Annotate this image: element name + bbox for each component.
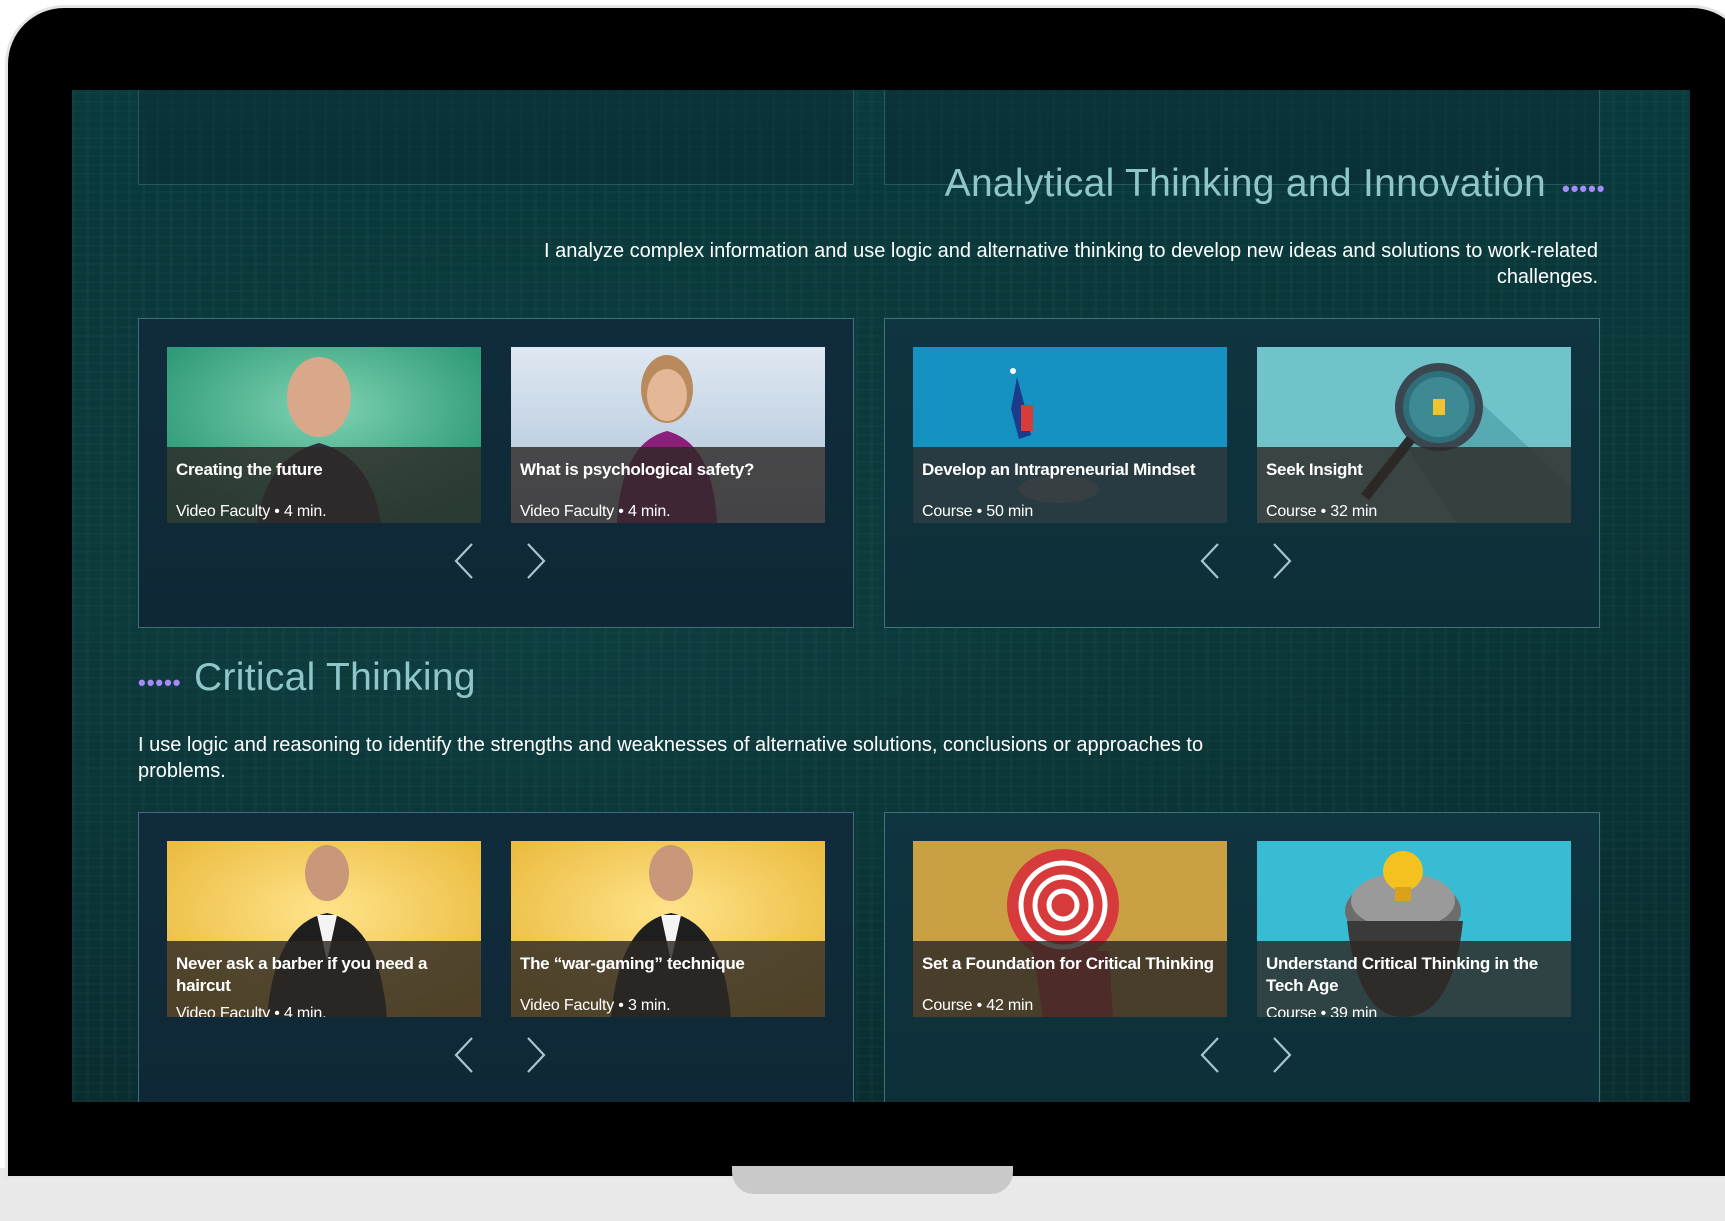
section-description-analytical: I analyze complex information and use lo… (544, 240, 1598, 288)
card-title: Seek Insight (1266, 460, 1363, 479)
carousel-prev-button[interactable] (450, 1035, 478, 1075)
chevron-left-icon (454, 1037, 473, 1073)
content-card[interactable]: What is psychological safety? Video Facu… (511, 347, 825, 523)
carousel-next-button[interactable] (1268, 541, 1296, 581)
card-meta: Video Faculty • 3 min. (520, 997, 671, 1014)
content-card[interactable]: Understand Critical Thinking in the Tech… (1257, 841, 1571, 1017)
carousel-next-button[interactable] (522, 541, 550, 581)
card-meta: Course • 32 min (1266, 503, 1378, 520)
chevron-right-icon (527, 1037, 546, 1073)
content-card[interactable]: Develop an Intrapreneurial Mindset Cours… (913, 347, 1227, 523)
dots-icon: ••••• (1562, 176, 1606, 201)
card-meta: Video Faculty • 4 min. (176, 1005, 327, 1017)
card-title: The “war-gaming” technique (520, 954, 745, 973)
card-meta: Video Faculty • 4 min. (520, 503, 671, 520)
card-meta: Course • 42 min (922, 997, 1034, 1014)
card-meta: Video Faculty • 4 min. (176, 503, 327, 520)
previous-carousel-left (138, 90, 854, 185)
section-title-critical: Critical Thinking (194, 656, 476, 699)
laptop-frame: Analytical Thinking and Innovation •••••… (8, 8, 1725, 1176)
chevron-right-icon (1273, 1037, 1292, 1073)
chevron-left-icon (1200, 543, 1219, 579)
content-card[interactable]: The “war-gaming” technique Video Faculty… (511, 841, 825, 1017)
content-card[interactable]: Never ask a barber if you need a haircut… (167, 841, 481, 1017)
content-card[interactable]: Creating the future Video Faculty • 4 mi… (167, 347, 481, 523)
content-card[interactable]: Set a Foundation for Critical Thinking C… (913, 841, 1227, 1017)
screen: Analytical Thinking and Innovation •••••… (72, 90, 1690, 1102)
content-card[interactable]: Seek Insight Course • 32 min (1257, 347, 1571, 523)
section-description-critical: I use logic and reasoning to identify th… (138, 734, 1204, 782)
carousel-prev-button[interactable] (1196, 541, 1224, 581)
chevron-left-icon (1200, 1037, 1219, 1073)
carousel-analytical-videos: Creating the future Video Faculty • 4 mi… (138, 318, 854, 628)
card-title: Creating the future (176, 460, 323, 479)
laptop-hinge (732, 1166, 1013, 1194)
carousel-prev-button[interactable] (450, 541, 478, 581)
dots-icon: ••••• (138, 670, 182, 695)
carousel-critical-courses: Set a Foundation for Critical Thinking C… (884, 812, 1600, 1102)
carousel-prev-button[interactable] (1196, 1035, 1224, 1075)
section-title-analytical: Analytical Thinking and Innovation (944, 162, 1546, 205)
chevron-left-icon (454, 543, 473, 579)
card-meta: Course • 39 min (1266, 1005, 1378, 1017)
chevron-right-icon (1273, 543, 1292, 579)
card-title: Never ask a barber if you need a haircut (176, 954, 428, 995)
card-title: Set a Foundation for Critical Thinking (922, 954, 1214, 973)
card-title: Develop an Intrapreneurial Mindset (922, 460, 1196, 479)
chevron-right-icon (527, 543, 546, 579)
carousel-analytical-courses: Develop an Intrapreneurial Mindset Cours… (884, 318, 1600, 628)
carousel-next-button[interactable] (522, 1035, 550, 1075)
card-title: Understand Critical Thinking in the Tech… (1266, 954, 1538, 995)
card-meta: Course • 50 min (922, 503, 1034, 520)
card-title: What is psychological safety? (520, 460, 755, 479)
carousel-next-button[interactable] (1268, 1035, 1296, 1075)
carousel-critical-videos: Never ask a barber if you need a haircut… (138, 812, 854, 1102)
